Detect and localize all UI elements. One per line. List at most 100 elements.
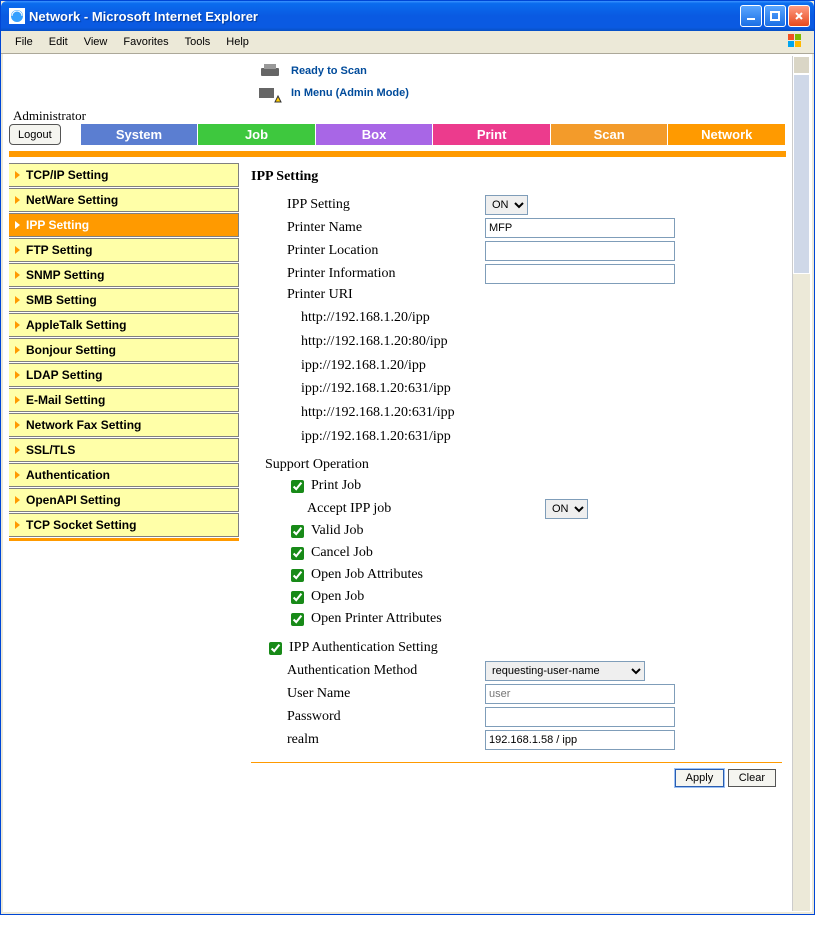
sidebar-item-netware[interactable]: NetWare Setting bbox=[9, 188, 239, 212]
sidebar-item-label: LDAP Setting bbox=[26, 368, 102, 382]
auth-method-select[interactable]: requesting-user-name bbox=[485, 661, 645, 681]
menu-edit[interactable]: Edit bbox=[41, 33, 76, 51]
sidebar-item-label: FTP Setting bbox=[26, 243, 92, 257]
realm-input[interactable] bbox=[485, 730, 675, 750]
tab-scan[interactable]: Scan bbox=[551, 124, 669, 145]
ipp-setting-label: IPP Setting bbox=[287, 197, 485, 213]
chevron-right-icon bbox=[15, 471, 20, 479]
menu-tools[interactable]: Tools bbox=[177, 33, 219, 51]
tab-print[interactable]: Print bbox=[433, 124, 551, 145]
auth-method-label: Authentication Method bbox=[287, 663, 485, 679]
accept-ipp-select[interactable]: ON bbox=[545, 499, 588, 519]
printer-uri: http://192.168.1.20:631/ipp bbox=[301, 401, 782, 425]
printer-uri: http://192.168.1.20/ipp bbox=[301, 306, 782, 330]
chevron-right-icon bbox=[15, 221, 20, 229]
cancel-job-checkbox[interactable] bbox=[291, 547, 304, 560]
sidebar-item-ssl[interactable]: SSL/TLS bbox=[9, 438, 239, 462]
printer-uri-list: http://192.168.1.20/ipp http://192.168.1… bbox=[301, 306, 782, 449]
printer-location-input[interactable] bbox=[485, 241, 675, 261]
close-button[interactable] bbox=[788, 5, 810, 27]
print-job-label: Print Job bbox=[311, 478, 361, 494]
menu-view[interactable]: View bbox=[76, 33, 116, 51]
printer-uri-label: Printer URI bbox=[287, 287, 485, 303]
print-job-checkbox[interactable] bbox=[291, 480, 304, 493]
printer-uri: ipp://192.168.1.20:631/ipp bbox=[301, 425, 782, 449]
realm-label: realm bbox=[287, 732, 485, 748]
printer-uri: ipp://192.168.1.20/ipp bbox=[301, 354, 782, 378]
scrollbar[interactable] bbox=[792, 56, 810, 911]
open-printer-attr-label: Open Printer Attributes bbox=[311, 611, 442, 627]
sidebar-item-label: SMB Setting bbox=[26, 293, 97, 307]
window-title: Network - Microsoft Internet Explorer bbox=[29, 9, 740, 24]
top-tabs: System Job Box Print Scan Network bbox=[81, 124, 786, 145]
chevron-right-icon bbox=[15, 171, 20, 179]
page-title: IPP Setting bbox=[251, 169, 782, 185]
open-job-checkbox[interactable] bbox=[291, 591, 304, 604]
cancel-job-label: Cancel Job bbox=[311, 545, 373, 561]
chevron-right-icon bbox=[15, 346, 20, 354]
open-job-attr-checkbox[interactable] bbox=[291, 569, 304, 582]
sidebar-item-label: Network Fax Setting bbox=[26, 418, 141, 432]
chevron-right-icon bbox=[15, 496, 20, 504]
sidebar-item-tcpip[interactable]: TCP/IP Setting bbox=[9, 163, 239, 187]
chevron-right-icon bbox=[15, 246, 20, 254]
sidebar-item-label: E-Mail Setting bbox=[26, 393, 105, 407]
main-panel: IPP Setting IPP Setting ON Printer Name … bbox=[251, 163, 786, 787]
titlebar[interactable]: Network - Microsoft Internet Explorer bbox=[1, 1, 814, 31]
page-body: Ready to Scan In Menu (Admin Mode) Admin… bbox=[1, 54, 814, 914]
sidebar-item-bonjour[interactable]: Bonjour Setting bbox=[9, 338, 239, 362]
password-input[interactable] bbox=[485, 707, 675, 727]
tab-network[interactable]: Network bbox=[668, 124, 786, 145]
chevron-right-icon bbox=[15, 296, 20, 304]
app-window: Network - Microsoft Internet Explorer Fi… bbox=[0, 0, 815, 915]
user-name-input[interactable] bbox=[485, 684, 675, 704]
sidebar-item-label: Bonjour Setting bbox=[26, 343, 116, 357]
printer-name-label: Printer Name bbox=[287, 220, 485, 236]
chevron-right-icon bbox=[15, 521, 20, 529]
sidebar-item-email[interactable]: E-Mail Setting bbox=[9, 388, 239, 412]
sidebar-item-appletalk[interactable]: AppleTalk Setting bbox=[9, 313, 239, 337]
user-name-label: User Name bbox=[287, 686, 485, 702]
printer-name-input[interactable] bbox=[485, 218, 675, 238]
tab-system[interactable]: System bbox=[81, 124, 199, 145]
sidebar-item-ipp[interactable]: IPP Setting bbox=[9, 213, 239, 237]
sidebar-item-openapi[interactable]: OpenAPI Setting bbox=[9, 488, 239, 512]
sidebar-item-smb[interactable]: SMB Setting bbox=[9, 288, 239, 312]
sidebar-item-label: TCP/IP Setting bbox=[26, 168, 108, 182]
sidebar-item-networkfax[interactable]: Network Fax Setting bbox=[9, 413, 239, 437]
sidebar-item-tcpsocket[interactable]: TCP Socket Setting bbox=[9, 513, 239, 537]
chevron-right-icon bbox=[15, 196, 20, 204]
sidebar-item-label: NetWare Setting bbox=[26, 193, 118, 207]
open-printer-attr-checkbox[interactable] bbox=[291, 613, 304, 626]
maximize-button[interactable] bbox=[764, 5, 786, 27]
printer-uri: ipp://192.168.1.20:631/ipp bbox=[301, 377, 782, 401]
device-status: Ready to Scan In Menu (Admin Mode) bbox=[9, 58, 786, 108]
menu-favorites[interactable]: Favorites bbox=[115, 33, 176, 51]
sidebar-item-auth[interactable]: Authentication bbox=[9, 463, 239, 487]
sidebar-footer-bar bbox=[9, 538, 239, 541]
tab-job[interactable]: Job bbox=[198, 124, 316, 145]
apply-button[interactable]: Apply bbox=[675, 769, 725, 787]
minimize-button[interactable] bbox=[740, 5, 762, 27]
valid-job-checkbox[interactable] bbox=[291, 525, 304, 538]
menubar: File Edit View Favorites Tools Help bbox=[1, 31, 814, 54]
clear-button[interactable]: Clear bbox=[728, 769, 776, 787]
chevron-right-icon bbox=[15, 271, 20, 279]
menu-file[interactable]: File bbox=[7, 33, 41, 51]
ie-icon bbox=[9, 8, 25, 24]
printer-uri: http://192.168.1.20:80/ipp bbox=[301, 330, 782, 354]
sidebar-item-label: OpenAPI Setting bbox=[26, 493, 121, 507]
tab-box[interactable]: Box bbox=[316, 124, 434, 145]
sidebar-item-ftp[interactable]: FTP Setting bbox=[9, 238, 239, 262]
menu-help[interactable]: Help bbox=[218, 33, 257, 51]
sidebar-item-ldap[interactable]: LDAP Setting bbox=[9, 363, 239, 387]
printer-info-input[interactable] bbox=[485, 264, 675, 284]
ipp-auth-checkbox[interactable] bbox=[269, 642, 282, 655]
sidebar-item-snmp[interactable]: SNMP Setting bbox=[9, 263, 239, 287]
sidebar: TCP/IP Setting NetWare Setting IPP Setti… bbox=[9, 163, 239, 787]
orange-divider bbox=[9, 151, 786, 157]
printer-icon bbox=[259, 62, 283, 80]
logout-button[interactable]: Logout bbox=[9, 124, 61, 145]
open-job-attr-label: Open Job Attributes bbox=[311, 567, 423, 583]
ipp-setting-select[interactable]: ON bbox=[485, 195, 528, 215]
